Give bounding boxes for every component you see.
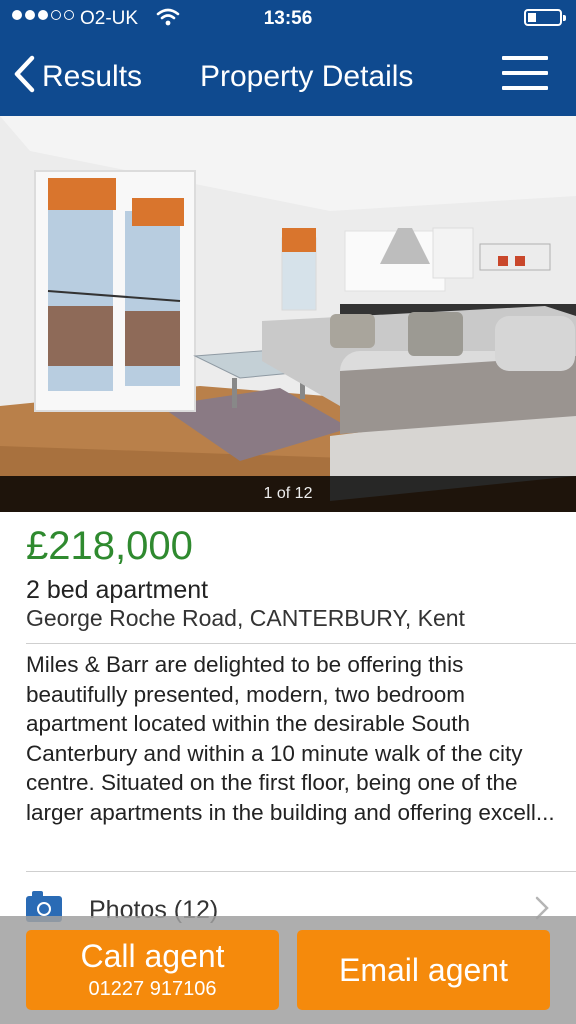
status-bar: O2-UK 13:56 xyxy=(0,0,576,38)
divider xyxy=(26,643,576,644)
call-agent-label: Call agent xyxy=(80,938,225,974)
navigation-bar: Results Property Details xyxy=(0,44,576,110)
property-address: George Roche Road, CANTERBURY, Kent xyxy=(26,605,465,631)
photo-counter: 1 of 12 xyxy=(0,476,576,512)
hamburger-menu-icon[interactable] xyxy=(502,56,548,90)
email-agent-button[interactable]: Email agent xyxy=(297,930,550,1010)
battery-icon xyxy=(524,9,566,26)
agent-phone-number: 01227 917106 xyxy=(88,978,217,1000)
property-photo[interactable] xyxy=(0,116,576,512)
top-bar: O2-UK 13:56 Results Property Details xyxy=(0,0,576,116)
email-agent-label: Email agent xyxy=(339,952,508,988)
property-price: £218,000 xyxy=(26,524,193,568)
action-bar: Call agent 01227 917106 Email agent xyxy=(0,916,576,1024)
property-type: 2 bed apartment xyxy=(26,576,209,604)
page-title: Property Details xyxy=(200,60,414,93)
back-button[interactable]: Results xyxy=(12,54,142,99)
status-time: 13:56 xyxy=(263,8,313,29)
back-button-label: Results xyxy=(42,59,143,93)
property-description: Miles & Barr are delighted to be offerin… xyxy=(26,652,555,825)
call-agent-button[interactable]: Call agent 01227 917106 xyxy=(26,930,279,1010)
divider xyxy=(26,871,576,872)
chevron-left-icon xyxy=(12,54,36,99)
